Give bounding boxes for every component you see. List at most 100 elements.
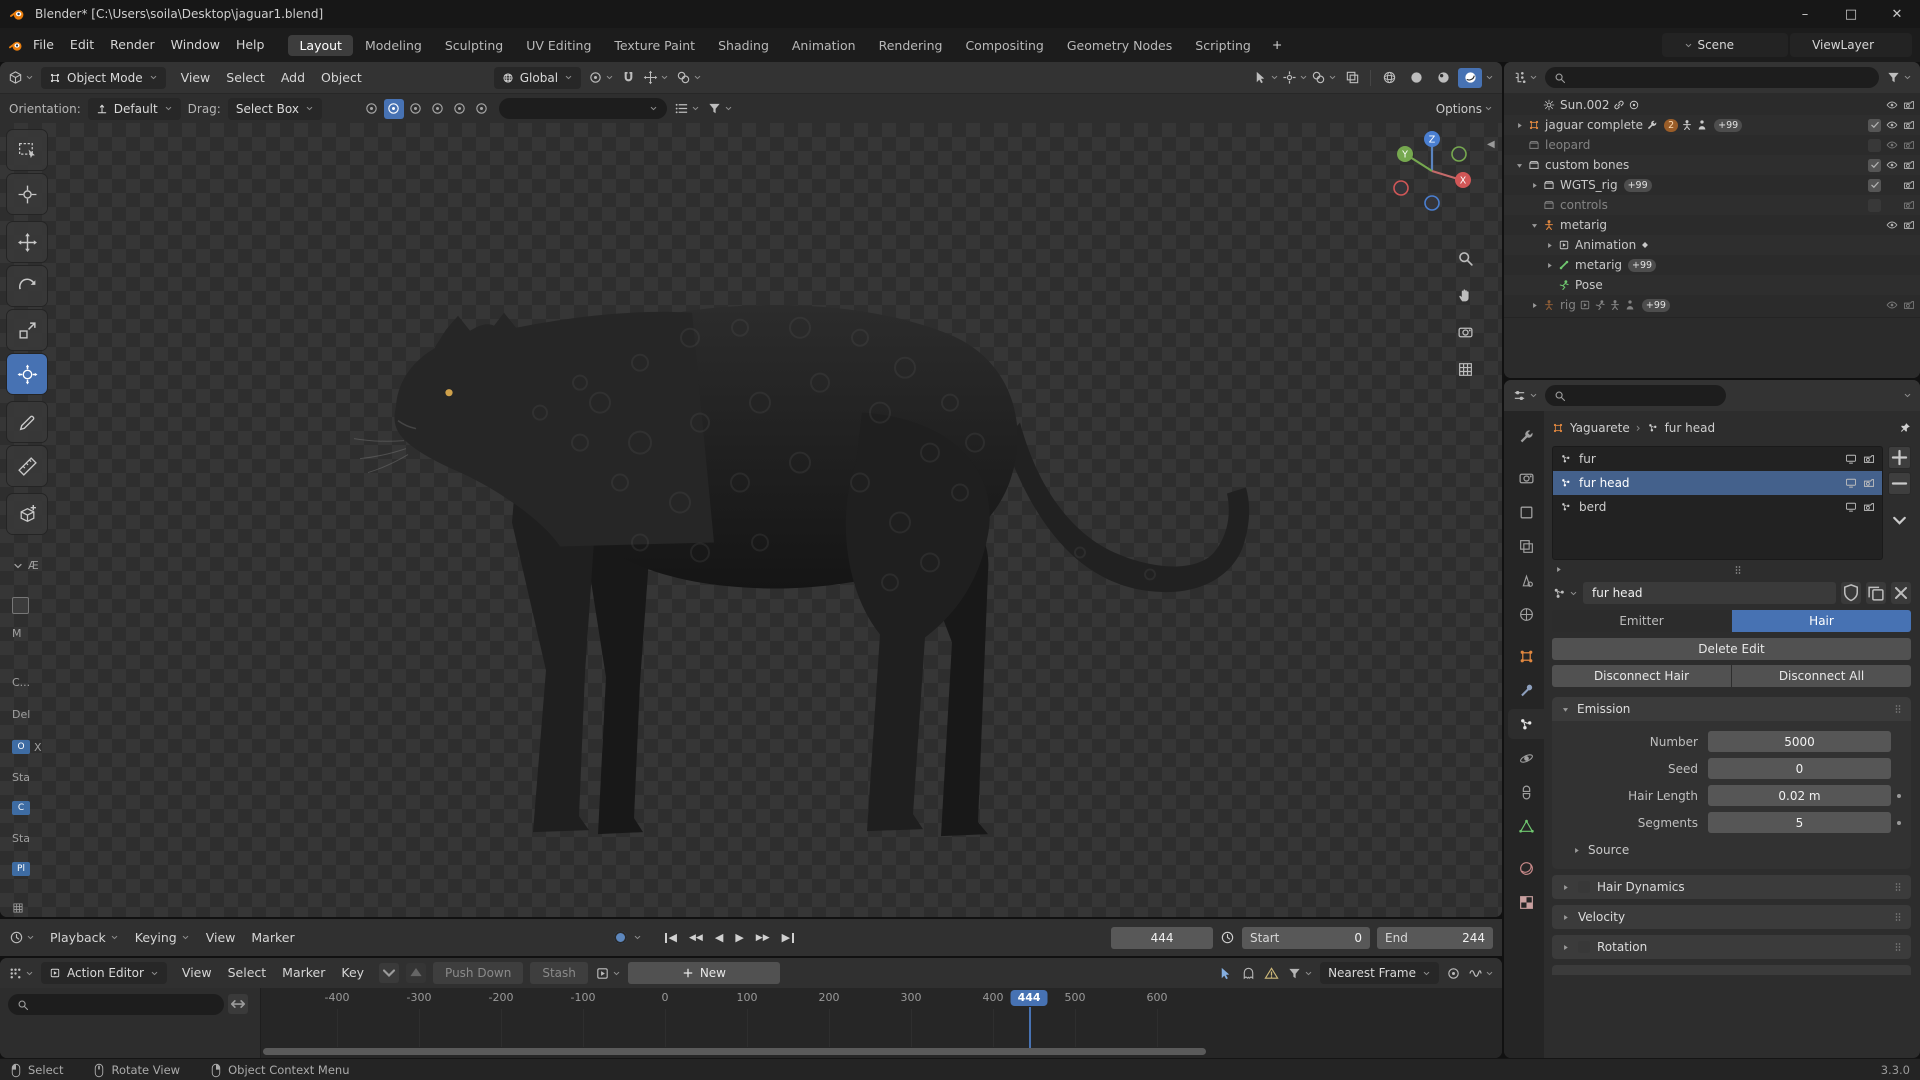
eye-icon[interactable]: [1886, 299, 1898, 311]
properties-tab-view-layer[interactable]: [1508, 531, 1544, 561]
particle-id-dropdown[interactable]: [1552, 586, 1578, 601]
shading-dropdown[interactable]: [1485, 73, 1494, 82]
frame-end-field[interactable]: End 244: [1377, 926, 1494, 949]
snap-face-toggle[interactable]: [450, 99, 470, 119]
overlay-chip[interactable]: Pl: [12, 862, 30, 876]
selectable-checkbox[interactable]: [1868, 178, 1881, 192]
tool-move[interactable]: [7, 222, 47, 262]
layer-up-button[interactable]: [406, 963, 427, 983]
dope-sheet-body[interactable]: 444 -400 -300 -200 -100 0 100 200 300 400 500 600: [0, 988, 1502, 1058]
particle-slot-berd[interactable]: berd: [1553, 495, 1882, 519]
specials-dropdown[interactable]: [1889, 510, 1910, 531]
snap-increment-toggle[interactable]: [383, 98, 404, 119]
zoom-button[interactable]: [1452, 245, 1478, 271]
editor-type-button[interactable]: [9, 930, 35, 945]
panel-hair-dynamics[interactable]: Hair Dynamics: [1552, 875, 1911, 899]
dope-sheet-menu-key[interactable]: Key: [333, 961, 372, 985]
current-frame-field[interactable]: 444: [1111, 926, 1214, 949]
dope-sheet-mode-dropdown[interactable]: Action Editor: [41, 962, 167, 984]
blender-logo-icon[interactable]: [9, 6, 25, 22]
tool-rotate[interactable]: [7, 266, 47, 306]
interpolation-dropdown[interactable]: [1468, 966, 1494, 981]
workspace-tab-modeling[interactable]: Modeling: [354, 35, 433, 56]
panel-velocity[interactable]: Velocity: [1552, 905, 1911, 929]
properties-tab-object[interactable]: [1508, 641, 1544, 671]
snap-mode-dropdown[interactable]: Nearest Frame: [1320, 962, 1439, 984]
timeline-menu-playback[interactable]: Playback: [42, 926, 127, 950]
jaguar-model[interactable]: [0, 123, 1502, 917]
camera-view-button[interactable]: [1452, 319, 1478, 345]
overlay-item[interactable]: Del: [12, 708, 30, 721]
viewport-canvas[interactable]: Æ M C... Del O X Sta C Sta Pl Z X Y ◀: [0, 123, 1502, 917]
menu-edit[interactable]: Edit: [62, 33, 102, 57]
properties-tab-output[interactable]: [1508, 497, 1544, 527]
overlay-item[interactable]: Sta: [12, 771, 30, 784]
overlay-item[interactable]: OX: [12, 740, 42, 754]
workspace-tab-layout[interactable]: Layout: [288, 34, 353, 56]
tool-scale[interactable]: [7, 310, 47, 350]
source-subpanel[interactable]: Source: [1552, 839, 1907, 861]
properties-tab-world[interactable]: [1508, 599, 1544, 629]
jump-to-keyframe-prev-button[interactable]: ◀◀: [683, 927, 709, 949]
outliner-row-metarig[interactable]: metarig +99: [1504, 255, 1920, 275]
proportional-edit-toggle[interactable]: [1446, 966, 1461, 981]
list-dropdown[interactable]: [674, 101, 700, 116]
shading-solid-button[interactable]: [1404, 68, 1428, 88]
workspace-tab-scripting[interactable]: Scripting: [1184, 35, 1262, 56]
expand-channels-button[interactable]: [228, 994, 248, 1014]
filter-button[interactable]: [1287, 966, 1313, 981]
monitor-icon[interactable]: [1845, 453, 1857, 465]
push-down-button[interactable]: Push Down: [433, 962, 524, 984]
breadcrumb-item[interactable]: fur head: [1665, 421, 1716, 435]
panel-checkbox[interactable]: [1578, 881, 1590, 893]
seed-field[interactable]: 0: [1708, 758, 1891, 779]
workspace-tab-shading[interactable]: Shading: [707, 35, 780, 56]
close-icon[interactable]: [1894, 39, 1906, 51]
camera-icon[interactable]: [1863, 501, 1875, 513]
filter-dropdown[interactable]: [707, 101, 733, 116]
copy-datablock-button[interactable]: [1866, 582, 1886, 604]
xray-toggle[interactable]: [1340, 68, 1364, 88]
play-button[interactable]: ▶: [729, 927, 749, 949]
properties-search-input[interactable]: [1545, 385, 1726, 406]
camera-icon[interactable]: [1903, 299, 1915, 311]
menu-file[interactable]: File: [25, 33, 62, 57]
snap-edge-toggle[interactable]: [428, 99, 448, 119]
outliner-row-leopard[interactable]: leopard: [1504, 135, 1920, 155]
jump-to-keyframe-next-button[interactable]: ▶▶: [750, 927, 776, 949]
properties-tab-object-data[interactable]: [1508, 811, 1544, 841]
overlay-chip[interactable]: O: [12, 740, 30, 754]
workspace-tab-geometry-nodes[interactable]: Geometry Nodes: [1056, 35, 1183, 56]
outliner-row-animation[interactable]: Animation: [1504, 235, 1920, 255]
outliner-row-rig[interactable]: rig +99: [1504, 295, 1920, 315]
editor-type-button[interactable]: [1512, 70, 1538, 85]
menu-render[interactable]: Render: [102, 33, 163, 57]
proportional-edit-dropdown[interactable]: [676, 70, 702, 85]
auto-keying-toggle[interactable]: [614, 931, 642, 944]
expander-icon[interactable]: [1513, 161, 1525, 170]
segments-field[interactable]: 5: [1708, 812, 1891, 833]
new-action-button[interactable]: New: [627, 962, 780, 984]
emission-panel-header[interactable]: Emission: [1552, 697, 1911, 721]
outliner-filter-button[interactable]: [1886, 70, 1912, 85]
camera-icon[interactable]: [1863, 477, 1875, 489]
panel-rotation[interactable]: Rotation: [1552, 935, 1911, 959]
expander-icon[interactable]: [1543, 241, 1555, 250]
eye-icon[interactable]: [1886, 219, 1898, 231]
tool-select-box[interactable]: [7, 130, 47, 170]
fake-user-shield-button[interactable]: [1841, 582, 1861, 604]
outliner-row-sun-002[interactable]: Sun.002: [1504, 95, 1920, 115]
selectable-checkbox[interactable]: [1868, 158, 1881, 172]
only-selected-button[interactable]: [1218, 966, 1233, 981]
snap-toggle[interactable]: [621, 70, 636, 85]
camera-icon[interactable]: [1903, 99, 1915, 111]
animate-dot[interactable]: [1897, 793, 1901, 798]
list-resize-grip[interactable]: [1552, 562, 1911, 577]
camera-icon[interactable]: [1903, 119, 1915, 131]
close-button[interactable]: ✕: [1874, 0, 1920, 28]
unlink-button[interactable]: [1891, 582, 1911, 604]
eye-icon[interactable]: [1886, 159, 1898, 171]
outliner-row-jaguar-complete[interactable]: jaguar complete 2 +99: [1504, 115, 1920, 135]
outliner-row-metarig[interactable]: metarig: [1504, 215, 1920, 235]
properties-tab-texture[interactable]: [1508, 887, 1544, 917]
